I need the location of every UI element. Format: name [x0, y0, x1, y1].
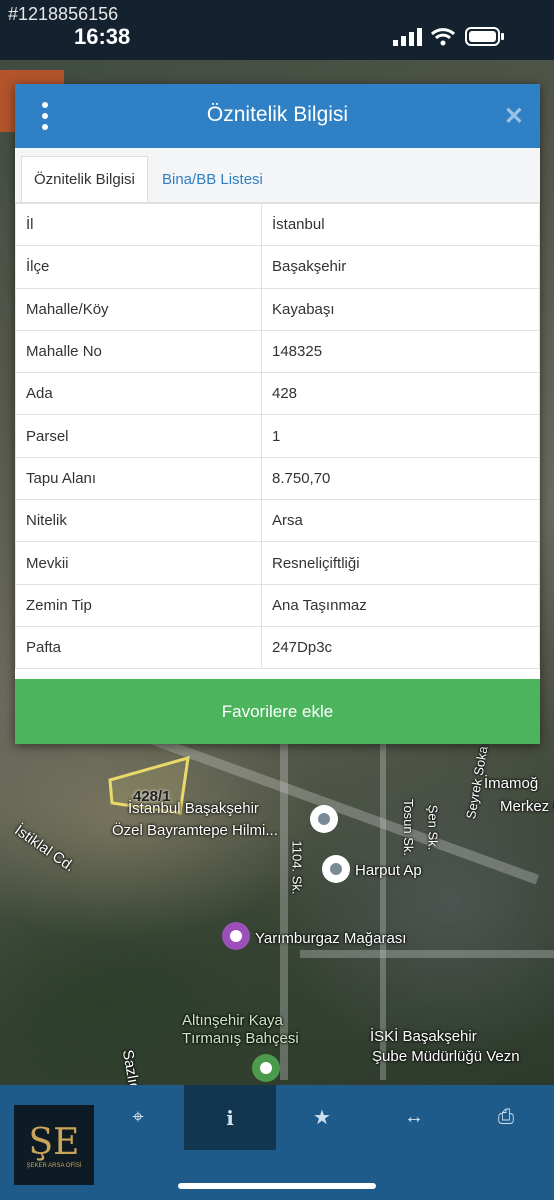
dialog-header: Öznitelik Bilgisi ✕ [15, 84, 540, 148]
logo-mark: ŞE [28, 1121, 80, 1163]
table-row: Pafta 247Dp3c [15, 625, 540, 670]
map-label: Tırmanış Bahçesi [182, 1030, 299, 1047]
table-row: Parsel 1 [15, 414, 540, 458]
listing-id: #1218856156 [8, 4, 119, 24]
map-label: Şen Sk. [425, 804, 441, 851]
attribute-value: 1 [261, 414, 540, 458]
map-label: İstanbul Başakşehir [128, 800, 259, 817]
location-pin-icon[interactable] [310, 805, 338, 833]
table-row: Mevkii Resneliçiftliği [15, 541, 540, 585]
attribute-info-dialog: Öznitelik Bilgisi ✕ Öznitelik Bilgisi Bi… [15, 84, 540, 744]
attribute-key: Ada [15, 372, 262, 416]
map-label: Merkez C [500, 798, 554, 815]
map-label: Özel Bayramtepe Hilmi... [112, 822, 278, 839]
table-row: Ada 428 [15, 372, 540, 416]
attribute-key: İlçe [15, 245, 262, 289]
attribute-value: Başakşehir [261, 245, 540, 289]
map-label: Tosun Sk. [401, 798, 417, 857]
map-label: Yarımburgaz Mağarası [255, 930, 407, 947]
nav-measure-button[interactable]: ↔ [368, 1085, 460, 1150]
map-label: Altınşehir Kaya [182, 1012, 283, 1029]
table-row: İlçe Başakşehir [15, 245, 540, 289]
star-icon: ★ [313, 1107, 331, 1129]
attribute-value: İstanbul [261, 202, 540, 247]
clock: 16:38 [74, 24, 131, 49]
home-indicator[interactable] [178, 1183, 376, 1189]
nav-favorites-button[interactable]: ★ [276, 1085, 368, 1150]
company-logo: ŞE ŞEKER ARSA OFİSİ [14, 1105, 94, 1185]
table-row: Mahalle No 148325 [15, 329, 540, 374]
table-row: Mahalle/Köy Kayabaşı [15, 287, 540, 331]
table-row: Tapu Alanı 8.750,70 [15, 456, 540, 501]
signal-icon [393, 28, 422, 46]
attribute-value: Arsa [261, 499, 540, 543]
print-icon: ⎙ [498, 1106, 514, 1128]
attribute-key: Nitelik [15, 499, 262, 543]
attribute-value: 8.750,70 [261, 456, 540, 501]
attribute-key: Mahalle No [15, 329, 262, 374]
attribute-key: Mahalle/Köy [15, 287, 262, 331]
table-row: Nitelik Arsa [15, 499, 540, 543]
museum-pin-icon[interactable] [222, 922, 250, 950]
arrows-icon: ↔ [404, 1106, 424, 1128]
battery-icon [465, 27, 504, 46]
attribute-value: Kayabaşı [261, 287, 540, 331]
attribute-key: Tapu Alanı [15, 456, 262, 501]
attribute-key: Parsel [15, 414, 262, 458]
info-icon: i [226, 1105, 234, 1130]
wifi-icon [430, 28, 456, 46]
table-row: İl İstanbul [15, 202, 540, 247]
nav-crosshair-button[interactable]: ⌖ [92, 1085, 184, 1150]
attribute-value: 247Dp3c [261, 625, 540, 670]
map-label: İstiklal Cd. [11, 821, 78, 876]
park-pin-icon[interactable] [252, 1054, 280, 1082]
tab-building-list[interactable]: Bina/BB Listesi [150, 156, 275, 202]
add-to-favorites-button[interactable]: Favorilere ekle [15, 679, 540, 744]
crosshair-icon: ⌖ [132, 1106, 144, 1128]
close-icon[interactable]: ✕ [504, 102, 524, 131]
attribute-value: 148325 [261, 329, 540, 374]
attribute-table: İl İstanbul İlçe Başakşehir Mahalle/Köy Kayab… [15, 202, 540, 670]
logo-text: ŞEKER ARSA OFİSİ [26, 1162, 82, 1169]
attribute-value: Ana Taşınmaz [261, 583, 540, 627]
attribute-key: İl [15, 202, 262, 247]
map-label: İmamoğ [484, 775, 539, 792]
nav-print-button[interactable]: ⎙ [460, 1085, 552, 1150]
map-label: Sazlıd [118, 1048, 143, 1085]
attribute-value: Resneliçiftliği [261, 541, 540, 585]
map-label: Şube Müdürlüğü Vezn [372, 1048, 520, 1065]
table-row: Zemin Tip Ana Taşınmaz [15, 583, 540, 627]
attribute-key: Zemin Tip [15, 583, 262, 627]
map-label: 1104. Sk. [289, 840, 305, 895]
tab-attribute-info[interactable]: Öznitelik Bilgisi [21, 156, 148, 202]
location-pin-icon[interactable] [322, 855, 350, 883]
nav-info-button[interactable]: i [184, 1085, 276, 1150]
tab-bar: Öznitelik Bilgisi Bina/BB Listesi [15, 148, 540, 203]
dialog-title: Öznitelik Bilgisi [206, 103, 349, 126]
attribute-value: 428 [261, 372, 540, 416]
attribute-key: Pafta [15, 625, 262, 670]
map-label: İSKİ Başakşehir [370, 1028, 477, 1045]
map-label: Harput Ap [355, 862, 422, 879]
attribute-key: Mevkii [15, 541, 262, 585]
